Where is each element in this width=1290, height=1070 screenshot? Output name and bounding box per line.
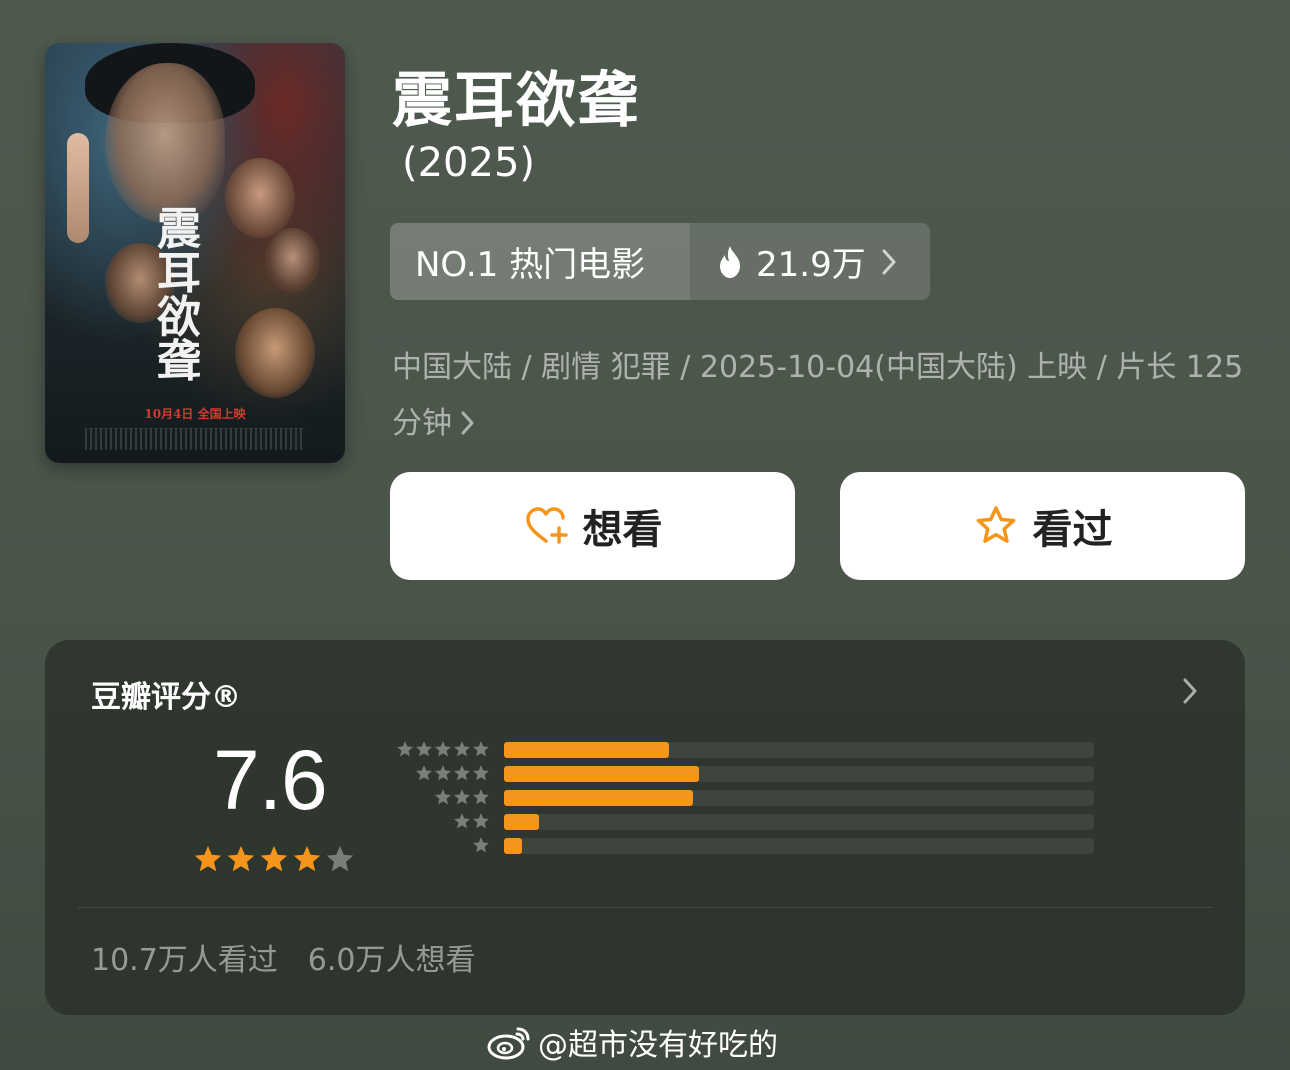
movie-meta[interactable]: 中国大陆 / 剧情 犯罪 / 2025-10-04(中国大陆) 上映 / 片长 …	[392, 340, 1252, 452]
watched-button[interactable]: 看过	[840, 472, 1245, 580]
rating-bar-track	[504, 838, 1094, 854]
rating-stars	[193, 844, 355, 874]
rating-bar-fill	[504, 838, 522, 854]
poster-title-art: 震耳欲聋	[157, 204, 203, 387]
star-small-icon	[454, 813, 470, 829]
star-small-icon	[435, 741, 451, 757]
poster-release-text: 10月4日 全国上映	[144, 407, 246, 421]
poster-finger	[67, 133, 89, 243]
want-count: 6.0万人想看	[307, 943, 476, 978]
chevron-right-icon	[461, 411, 474, 435]
seen-count: 10.7万人看过	[91, 943, 278, 978]
poster-figure-face	[105, 63, 225, 223]
star-small-icon	[416, 741, 432, 757]
star-filled-icon	[227, 845, 255, 872]
heat-section[interactable]: 21.9万	[690, 223, 930, 300]
poster-figure	[265, 228, 320, 293]
rating-bar-fill	[504, 766, 699, 782]
movie-year: (2025)	[402, 140, 536, 186]
want-to-watch-button[interactable]: 想看	[390, 472, 795, 580]
rating-title: 豆瓣评分®	[91, 680, 241, 715]
weibo-watermark: @超市没有好吃的	[486, 1020, 778, 1064]
poster-figure	[225, 158, 295, 238]
rating-row-stars	[472, 836, 490, 854]
star-small-icon	[454, 741, 470, 757]
heart-plus-icon	[525, 507, 568, 544]
star-outline-icon	[976, 506, 1015, 543]
rating-bar-fill	[504, 742, 670, 758]
rating-row-stars	[415, 764, 490, 782]
rating-row-stars	[434, 788, 490, 806]
star-small-icon	[473, 765, 489, 781]
hot-rank-pill[interactable]: NO.1 热门电影 21.9万	[390, 223, 930, 300]
poster-credits	[85, 428, 305, 450]
chevron-right-icon	[882, 249, 896, 274]
poster-figure	[235, 308, 315, 398]
divider	[78, 907, 1212, 908]
flame-icon	[720, 245, 740, 278]
rating-distribution	[383, 740, 1103, 860]
rating-row-4-star	[383, 764, 1103, 788]
star-small-icon	[397, 741, 413, 757]
rating-bar-fill	[504, 814, 540, 830]
star-empty-icon	[326, 845, 354, 872]
star-small-icon	[473, 837, 489, 853]
movie-meta-text: 中国大陆 / 剧情 犯罪 / 2025-10-04(中国大陆) 上映 / 片长 …	[392, 350, 1244, 441]
rating-footer: 10.7万人看过 6.0万人想看	[91, 935, 476, 979]
rating-row-stars	[453, 812, 490, 830]
movie-title: 震耳欲聋	[392, 66, 640, 136]
rating-bar-track	[504, 742, 1094, 758]
star-small-icon	[473, 789, 489, 805]
seen-label: 看过	[1032, 507, 1113, 553]
want-label: 想看	[582, 507, 663, 553]
star-small-icon	[454, 789, 470, 805]
rating-row-5-star	[383, 740, 1103, 764]
rating-row-2-star	[383, 812, 1103, 836]
heat-value: 21.9万	[756, 245, 866, 285]
chevron-right-icon[interactable]	[1181, 676, 1199, 706]
star-small-icon	[473, 741, 489, 757]
watermark-text: @超市没有好吃的	[538, 1028, 778, 1063]
rating-bar-track	[504, 766, 1094, 782]
star-filled-icon	[194, 845, 222, 872]
rating-bar-track	[504, 790, 1094, 806]
weibo-logo-icon	[487, 1027, 530, 1060]
star-small-icon	[454, 765, 470, 781]
rating-card[interactable]: 豆瓣评分® 7.6 10.7万人看过 6.0万人想看	[45, 640, 1245, 1015]
rating-row-1-star	[383, 836, 1103, 860]
star-small-icon	[473, 813, 489, 829]
rating-row-3-star	[383, 788, 1103, 812]
star-small-icon	[435, 789, 451, 805]
star-small-icon	[435, 765, 451, 781]
star-small-icon	[416, 765, 432, 781]
rating-bar-track	[504, 814, 1094, 830]
rating-row-stars	[396, 740, 490, 758]
rating-bar-fill	[504, 790, 693, 806]
rating-score: 7.6	[213, 733, 328, 827]
star-filled-icon	[260, 845, 288, 872]
star-filled-icon	[293, 845, 321, 872]
rank-label: NO.1 热门电影	[390, 223, 690, 300]
movie-poster[interactable]: 震耳欲聋 10月4日 全国上映	[45, 43, 345, 463]
